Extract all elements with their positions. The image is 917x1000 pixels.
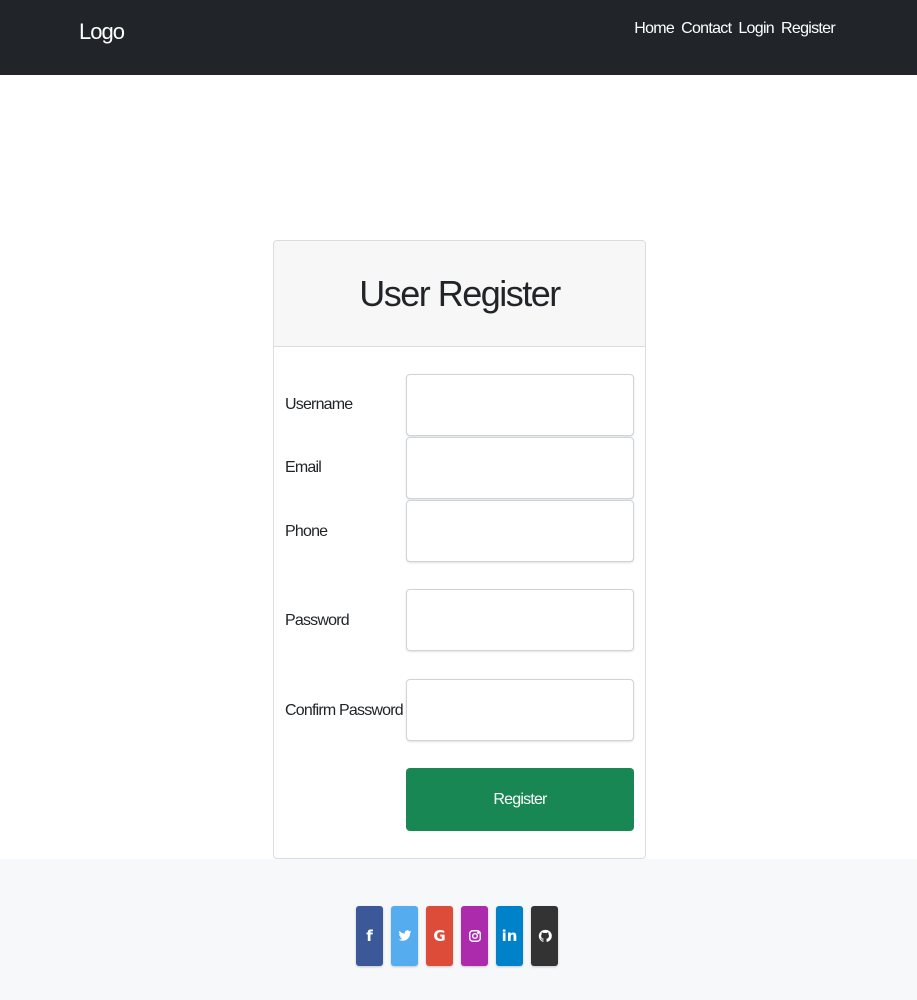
facebook-button[interactable]: f	[356, 906, 383, 966]
card-header: User Register	[274, 241, 645, 347]
instagram-icon	[468, 930, 481, 942]
email-input[interactable]	[406, 437, 634, 499]
linkedin-icon: in	[501, 927, 518, 945]
footer: f G in	[0, 859, 917, 1000]
facebook-icon: f	[366, 927, 373, 945]
phone-input[interactable]	[406, 500, 634, 562]
github-button[interactable]	[531, 906, 558, 966]
page-title: User Register	[359, 272, 561, 314]
google-icon: G	[433, 927, 446, 945]
email-label: Email	[285, 459, 322, 476]
github-icon	[538, 929, 552, 942]
navbar: Logo Home Contact Login Register	[0, 0, 917, 75]
nav-link-home[interactable]: Home	[634, 20, 675, 38]
instagram-button[interactable]	[461, 906, 488, 966]
username-label: Username	[285, 396, 353, 413]
nav-link-contact[interactable]: Contact	[681, 20, 732, 38]
username-input[interactable]	[406, 374, 634, 436]
register-button[interactable]: Register	[406, 768, 634, 831]
nav-links: Home Contact Login Register	[634, 20, 835, 38]
confirm-password-label: Confirm Password	[285, 702, 404, 719]
social-links: f G in	[356, 906, 558, 966]
nav-link-login[interactable]: Login	[738, 20, 774, 38]
password-label: Password	[285, 612, 350, 629]
brand-logo[interactable]: Logo	[79, 19, 125, 45]
google-button[interactable]: G	[426, 906, 453, 966]
twitter-icon	[398, 930, 411, 941]
nav-link-register[interactable]: Register	[781, 20, 836, 38]
confirm-password-input[interactable]	[406, 679, 634, 741]
phone-label: Phone	[285, 523, 328, 540]
password-input[interactable]	[406, 589, 634, 651]
linkedin-button[interactable]: in	[496, 906, 523, 966]
twitter-button[interactable]	[391, 906, 418, 966]
register-card: User Register Username Email Phone Passw…	[273, 240, 646, 859]
